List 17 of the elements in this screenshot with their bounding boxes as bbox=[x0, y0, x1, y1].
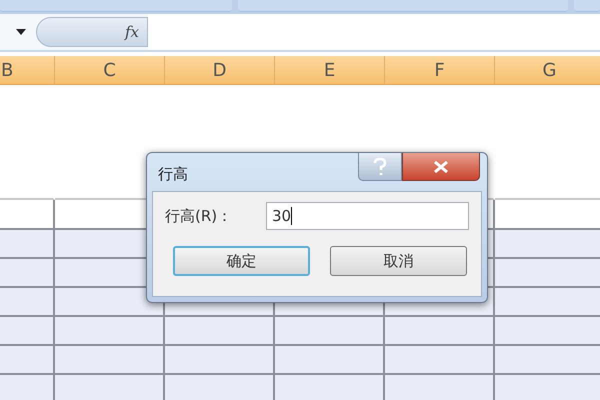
dropdown-arrow-icon[interactable] bbox=[16, 29, 26, 35]
row-height-input[interactable]: 30 bbox=[266, 202, 469, 230]
field-label: 行高(R)： bbox=[165, 206, 234, 226]
close-button[interactable] bbox=[402, 153, 480, 181]
column-header[interactable]: C bbox=[55, 56, 165, 84]
cancel-button[interactable]: 取消 bbox=[330, 246, 467, 276]
formula-button[interactable]: fx bbox=[36, 17, 148, 47]
help-button[interactable] bbox=[358, 153, 402, 181]
ok-button[interactable]: 确定 bbox=[173, 246, 310, 276]
dialog-title: 行高 bbox=[158, 165, 189, 184]
column-header[interactable]: D bbox=[165, 56, 275, 84]
column-header[interactable]: E bbox=[275, 56, 385, 84]
close-icon bbox=[434, 160, 448, 172]
column-header[interactable]: G bbox=[495, 56, 600, 84]
question-mark-icon bbox=[373, 158, 387, 176]
column-header[interactable]: F bbox=[385, 56, 495, 84]
column-header[interactable]: B bbox=[0, 56, 55, 84]
